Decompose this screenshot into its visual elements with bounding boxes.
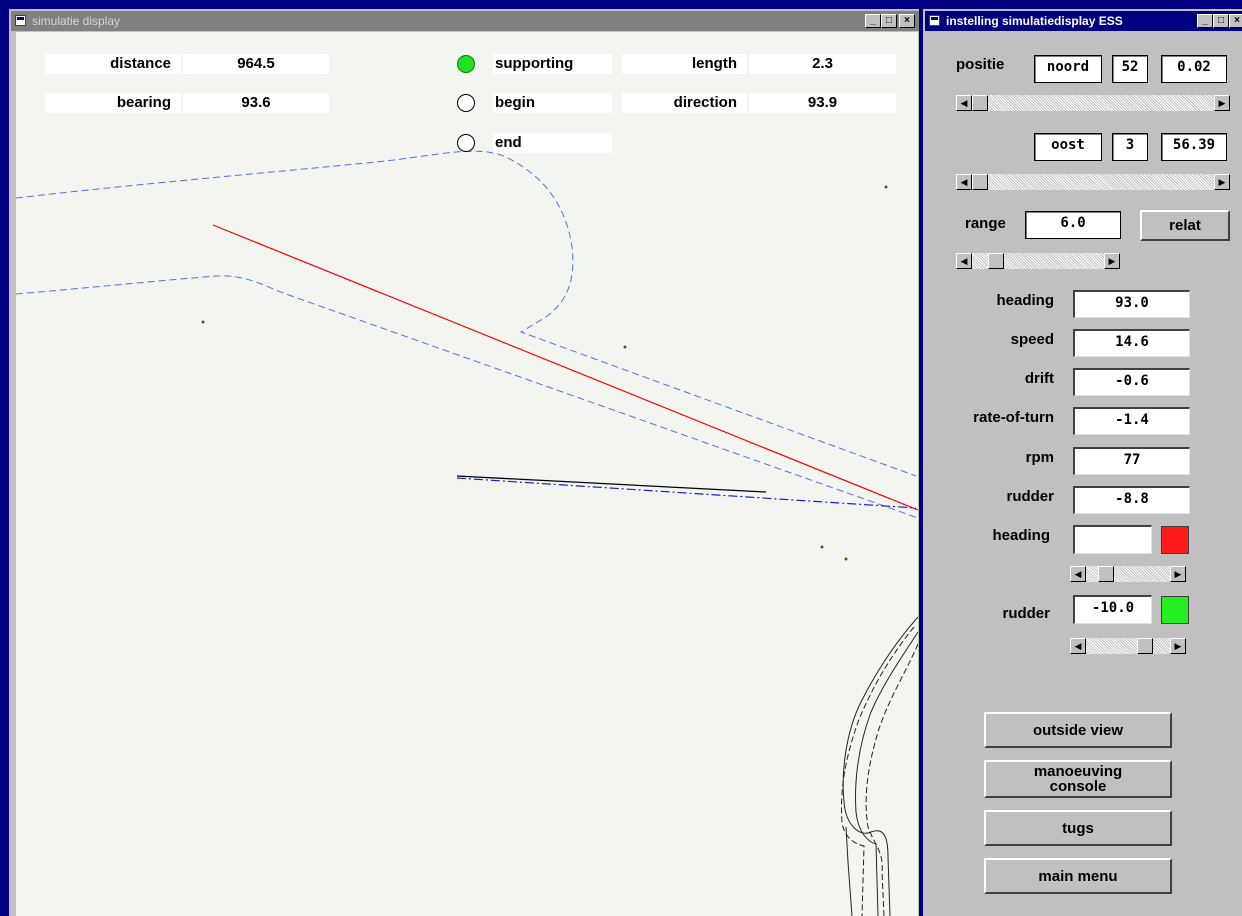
tugs-button[interactable]: tugs [984,810,1172,846]
scroll-left-icon[interactable]: ◀ [1070,638,1086,654]
north-direction-field[interactable]: noord [1034,55,1102,83]
minimize-icon[interactable]: _ [865,14,881,28]
outside-view-button[interactable]: outside view [984,712,1172,748]
minimize-icon[interactable]: _ [1197,14,1213,28]
maximize-icon[interactable]: □ [1213,14,1229,28]
length-label: length [622,54,747,74]
sim-titlebar[interactable]: simulatie display _ □ × [11,11,919,31]
scroll-left-icon[interactable]: ◀ [956,95,972,111]
bearing-label: bearing [45,93,181,113]
close-icon[interactable]: × [899,14,915,28]
rudder-readout-value: -8.8 [1073,486,1190,514]
mode-begin-radio[interactable] [457,94,475,112]
fairway-boundary-north [16,150,917,477]
rpm-readout-value: 77 [1073,447,1190,475]
rudder-setting-label: rudder [1002,605,1050,622]
ship-hull-track [456,475,767,493]
relat-button[interactable]: relat [1140,210,1230,241]
mode-supporting-radio[interactable] [457,55,475,73]
scroll-thumb[interactable] [988,253,1004,269]
nautical-chart [16,150,918,916]
scroll-track[interactable] [1086,638,1170,654]
mode-end-radio[interactable] [457,134,475,152]
drift-readout-value: -0.6 [1073,368,1190,396]
coastline [845,826,853,916]
length-value: 2.3 [749,54,896,74]
east-direction-field[interactable]: oost [1034,133,1102,161]
scroll-thumb[interactable] [1098,566,1114,582]
settings-window-title: instelling simulatiedisplay ESS [946,14,1123,28]
heading-readout-label: heading [996,292,1054,309]
mode-end-label: end [493,133,612,153]
window-app-icon [15,15,26,26]
scroll-thumb[interactable] [972,174,988,190]
rudder-readout-label: rudder [1006,488,1054,505]
rudder-indicator-swatch [1161,596,1189,624]
positie-label: positie [956,56,1005,73]
scroll-right-icon[interactable]: ▶ [1170,638,1186,654]
main-menu-button[interactable]: main menu [984,858,1172,894]
speed-readout-label: speed [1010,331,1054,348]
manoeuving-console-button[interactable]: manoeuving console [984,760,1172,798]
rudder-setting-field[interactable]: -10.0 [1073,595,1152,624]
scroll-left-icon[interactable]: ◀ [956,253,972,269]
scroll-right-icon[interactable]: ▶ [1170,566,1186,582]
fairway-boundary-south [16,275,918,519]
buoy-marker [884,185,888,189]
scroll-right-icon[interactable]: ▶ [1104,253,1120,269]
coastline-dashed [865,643,918,916]
speed-readout-value: 14.6 [1073,329,1190,357]
buoy-marker [201,320,205,324]
heading-indicator-swatch [1161,526,1189,554]
drift-readout-label: drift [1024,370,1054,387]
rate-of-turn-readout-value: -1.4 [1073,407,1190,435]
distance-value: 964.5 [183,54,329,74]
range-field[interactable]: 6.0 [1025,211,1121,239]
north-minutes-field[interactable]: 0.02 [1161,55,1227,83]
heading-readout-value: 93.0 [1073,290,1190,318]
north-position-scrollbar[interactable]: ◀ ▶ [956,95,1230,111]
heading-setting-scrollbar[interactable]: ◀ ▶ [1070,566,1186,582]
heading-setting-label: heading [992,527,1050,544]
mode-supporting-label: supporting [493,54,612,74]
scroll-track[interactable] [972,174,1214,190]
rudder-setting-scrollbar[interactable]: ◀ ▶ [1070,638,1186,654]
chart-canvas[interactable]: distance 964.5 bearing 93.6 supporting b… [16,32,918,916]
scroll-left-icon[interactable]: ◀ [956,174,972,190]
north-degrees-field[interactable]: 52 [1112,55,1148,83]
scroll-thumb[interactable] [1137,638,1153,654]
rpm-readout-label: rpm [1025,449,1054,466]
scroll-right-icon[interactable]: ▶ [1214,174,1230,190]
simulation-display-window: simulatie display _ □ × distance 964.5 b… [9,9,919,916]
coastline-dashed [841,626,915,916]
settings-window: instelling simulatiedisplay ESS _ □ × po… [923,9,1242,916]
bearing-value: 93.6 [183,93,329,113]
sim-window-title: simulatie display [32,14,121,28]
mode-begin-label: begin [493,93,612,113]
heading-setting-field[interactable] [1073,525,1152,554]
rate-of-turn-readout-label: rate-of-turn [973,409,1054,426]
coastline [855,631,918,916]
close-icon[interactable]: × [1229,14,1242,28]
scroll-right-icon[interactable]: ▶ [1214,95,1230,111]
scroll-track[interactable] [972,95,1214,111]
maximize-icon[interactable]: □ [881,14,897,28]
range-label: range [965,215,1006,232]
settings-titlebar[interactable]: instelling simulatiedisplay ESS _ □ × [925,11,1242,31]
east-degrees-field[interactable]: 3 [1112,133,1148,161]
direction-value: 93.9 [749,93,896,113]
scroll-left-icon[interactable]: ◀ [1070,566,1086,582]
scroll-thumb[interactable] [972,95,988,111]
distance-label: distance [45,54,181,74]
coastline [842,616,918,916]
direction-label: direction [622,93,747,113]
buoy-marker [820,545,824,549]
window-app-icon [929,15,940,26]
east-minutes-field[interactable]: 56.39 [1161,133,1227,161]
buoy-marker [844,557,848,561]
buoy-marker [623,345,627,349]
east-position-scrollbar[interactable]: ◀ ▶ [956,174,1230,190]
range-scrollbar[interactable]: ◀ ▶ [956,253,1120,269]
route-line [212,224,918,511]
